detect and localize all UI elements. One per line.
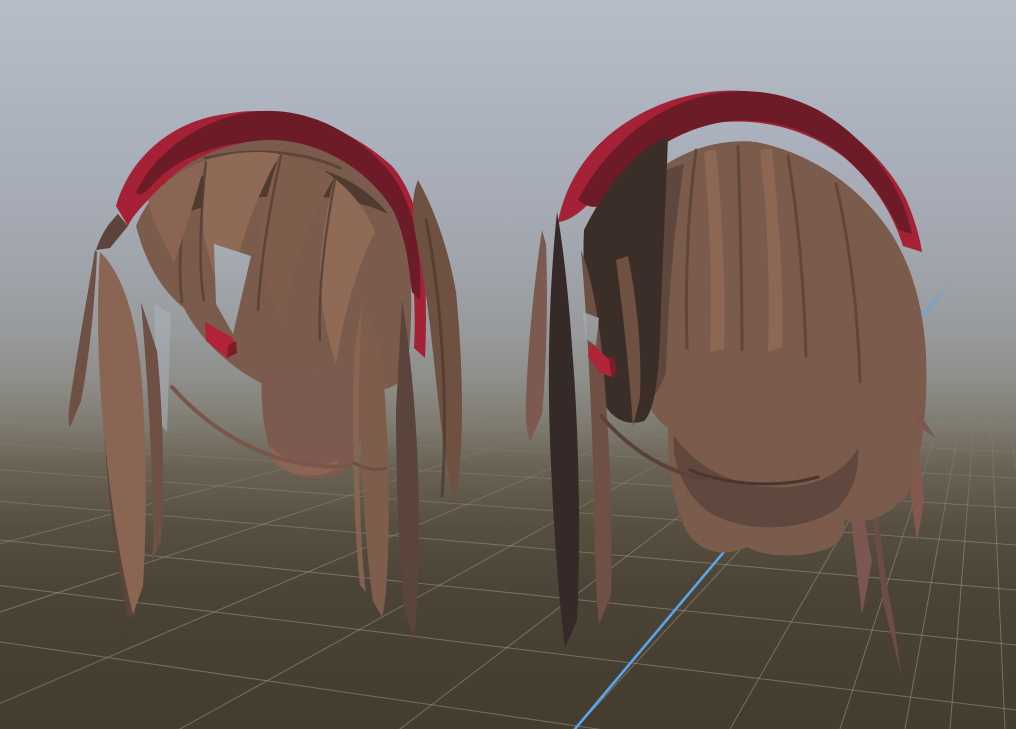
left-lock-darkest xyxy=(549,212,579,648)
3d-viewport[interactable] xyxy=(0,0,1016,729)
hair-model-right[interactable] xyxy=(0,0,1016,729)
hair-right-group[interactable] xyxy=(526,91,936,674)
left-lock-mauve xyxy=(526,230,547,442)
